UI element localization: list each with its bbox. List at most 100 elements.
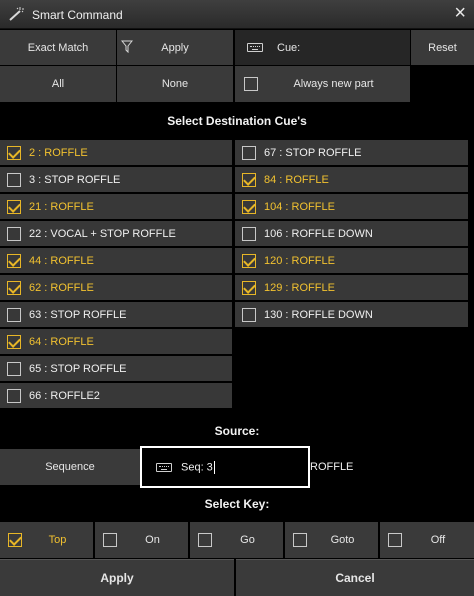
key-option-go[interactable]: Go bbox=[190, 522, 283, 558]
apply-filter-label: Apply bbox=[161, 41, 189, 54]
keyboard-icon bbox=[156, 462, 172, 472]
cue-label: 104 : ROFFLE bbox=[264, 200, 335, 213]
cue-item[interactable]: 120 : ROFFLE bbox=[235, 248, 468, 273]
checkbox-icon bbox=[293, 533, 307, 547]
cue-item[interactable]: 3 : STOP ROFFLE bbox=[0, 167, 232, 192]
cue-item[interactable]: 130 : ROFFLE DOWN bbox=[235, 302, 468, 327]
exact-match-label: Exact Match bbox=[27, 41, 89, 54]
checkbox-icon bbox=[7, 361, 21, 376]
sequence-button[interactable]: Sequence bbox=[0, 449, 140, 485]
reset-button[interactable]: Reset bbox=[411, 30, 474, 65]
checkbox-icon bbox=[7, 199, 21, 214]
checkbox-icon bbox=[7, 226, 21, 241]
checkbox-icon bbox=[7, 334, 21, 349]
cue-label: 130 : ROFFLE DOWN bbox=[264, 308, 373, 321]
checkbox-icon bbox=[8, 533, 22, 547]
checkbox-icon bbox=[7, 145, 21, 160]
cue-label: 2 : ROFFLE bbox=[29, 146, 88, 159]
cue-item[interactable]: 62 : ROFFLE bbox=[0, 275, 232, 300]
cue-item[interactable]: 67 : STOP ROFFLE bbox=[235, 140, 468, 165]
cue-label: 106 : ROFFLE DOWN bbox=[264, 227, 373, 240]
apply-filter-button[interactable]: Apply bbox=[117, 30, 233, 65]
cue-item[interactable]: 129 : ROFFLE bbox=[235, 275, 468, 300]
exact-match-button[interactable]: Exact Match bbox=[0, 30, 116, 65]
key-option-label: Go bbox=[240, 534, 255, 546]
checkbox-icon bbox=[242, 172, 256, 187]
cue-item[interactable]: 2 : ROFFLE bbox=[0, 140, 232, 165]
sequence-label: Sequence bbox=[45, 461, 95, 473]
cue-label: 120 : ROFFLE bbox=[264, 254, 335, 267]
cancel-button[interactable]: Cancel bbox=[236, 559, 474, 596]
key-option-goto[interactable]: Goto bbox=[285, 522, 378, 558]
checkbox-icon bbox=[242, 145, 256, 160]
checkbox-icon bbox=[244, 77, 258, 91]
sequence-input-value: Seq: 3 bbox=[181, 460, 215, 474]
checkbox-icon bbox=[242, 280, 256, 295]
select-none-button[interactable]: None bbox=[117, 66, 233, 102]
cue-label: 64 : ROFFLE bbox=[29, 335, 94, 348]
always-new-part-label: Always new part bbox=[293, 78, 374, 90]
title-bar: Smart Command × bbox=[0, 0, 474, 29]
checkbox-icon bbox=[198, 533, 212, 547]
cue-item[interactable]: 63 : STOP ROFFLE bbox=[0, 302, 232, 327]
checkbox-icon bbox=[242, 307, 256, 322]
key-option-off[interactable]: Off bbox=[380, 522, 474, 558]
wand-icon bbox=[9, 7, 24, 21]
cancel-label: Cancel bbox=[335, 571, 375, 585]
checkbox-icon bbox=[242, 226, 256, 241]
key-option-label: On bbox=[145, 534, 160, 546]
select-all-button[interactable]: All bbox=[0, 66, 116, 102]
checkbox-icon bbox=[7, 172, 21, 187]
checkbox-icon bbox=[7, 280, 21, 295]
cue-label: 63 : STOP ROFFLE bbox=[29, 308, 127, 321]
cue-label: 84 : ROFFLE bbox=[264, 173, 329, 186]
checkbox-icon bbox=[7, 307, 21, 322]
cue-item[interactable]: 84 : ROFFLE bbox=[235, 167, 468, 192]
cue-label: 3 : STOP ROFFLE bbox=[29, 173, 121, 186]
cue-label: 66 : ROFFLE2 bbox=[29, 389, 100, 402]
checkbox-icon bbox=[388, 533, 402, 547]
cue-label: 21 : ROFFLE bbox=[29, 200, 94, 213]
close-icon[interactable]: × bbox=[454, 3, 466, 23]
key-heading: Select Key: bbox=[204, 497, 270, 511]
cue-input[interactable]: Cue: bbox=[235, 30, 410, 65]
keyboard-icon bbox=[247, 43, 263, 52]
filter-icon bbox=[121, 40, 133, 53]
cue-item[interactable]: 44 : ROFFLE bbox=[0, 248, 232, 273]
select-none-label: None bbox=[161, 78, 189, 90]
key-option-label: Goto bbox=[330, 534, 355, 546]
cue-item[interactable]: 64 : ROFFLE bbox=[0, 329, 232, 354]
cue-item[interactable]: 21 : ROFFLE bbox=[0, 194, 232, 219]
checkbox-icon bbox=[103, 533, 117, 547]
always-new-part-checkbox[interactable]: Always new part bbox=[235, 66, 410, 102]
key-option-top[interactable]: Top bbox=[0, 522, 93, 558]
cue-label: 67 : STOP ROFFLE bbox=[264, 146, 362, 159]
key-option-label: Top bbox=[48, 534, 67, 546]
cue-label: 44 : ROFFLE bbox=[29, 254, 94, 267]
cue-label: 62 : ROFFLE bbox=[29, 281, 94, 294]
apply-button[interactable]: Apply bbox=[0, 559, 234, 596]
sequence-input[interactable]: Seq: 3 bbox=[140, 446, 310, 488]
checkbox-icon bbox=[7, 388, 21, 403]
destination-heading: Select Destination Cue's bbox=[167, 114, 307, 128]
cue-label: 129 : ROFFLE bbox=[264, 281, 335, 294]
cue-input-label: Cue: bbox=[277, 41, 301, 54]
cue-item[interactable]: 65 : STOP ROFFLE bbox=[0, 356, 232, 381]
cue-item[interactable]: 22 : VOCAL + STOP ROFFLE bbox=[0, 221, 232, 246]
cue-item[interactable]: 66 : ROFFLE2 bbox=[0, 383, 232, 408]
key-option-label: Off bbox=[430, 534, 446, 546]
key-option-on[interactable]: On bbox=[95, 522, 188, 558]
cue-label: 65 : STOP ROFFLE bbox=[29, 362, 127, 375]
cue-label: 22 : VOCAL + STOP ROFFLE bbox=[29, 227, 176, 240]
cue-item[interactable]: 106 : ROFFLE DOWN bbox=[235, 221, 468, 246]
reset-label: Reset bbox=[428, 41, 457, 54]
sequence-name: ROFFLE bbox=[310, 461, 354, 473]
checkbox-icon bbox=[242, 253, 256, 268]
source-heading: Source: bbox=[214, 424, 260, 438]
cue-item[interactable]: 104 : ROFFLE bbox=[235, 194, 468, 219]
select-all-label: All bbox=[51, 78, 65, 90]
checkbox-icon bbox=[242, 199, 256, 214]
apply-label: Apply bbox=[100, 571, 134, 585]
window-title: Smart Command bbox=[32, 8, 123, 22]
checkbox-icon bbox=[7, 253, 21, 268]
